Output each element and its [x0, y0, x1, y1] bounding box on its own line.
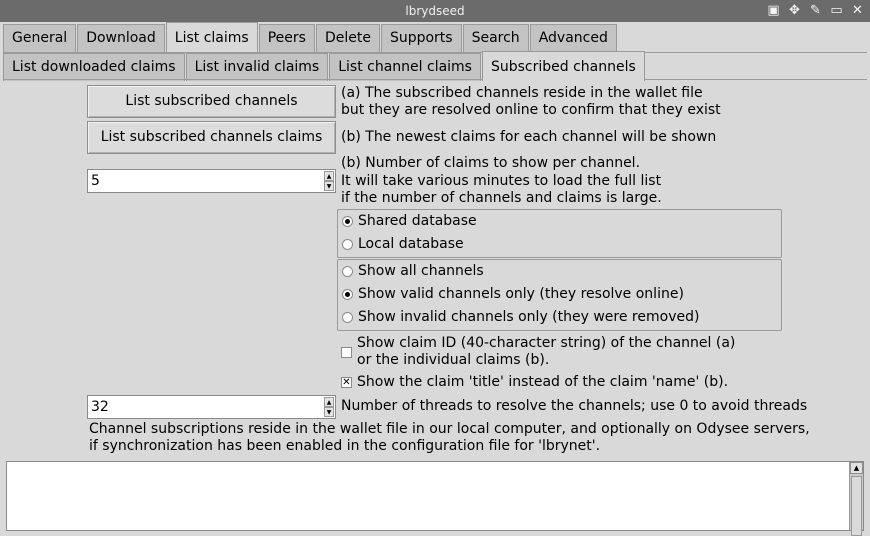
tab-general[interactable]: General — [3, 24, 77, 52]
spin-up-icon[interactable]: ▲ — [324, 171, 334, 181]
claims-desc-line2: It will take various minutes to load the… — [341, 173, 662, 189]
window-title: lbrydseed — [405, 4, 465, 18]
info-line2: if synchronization has been enabled in t… — [89, 438, 601, 454]
database-radio-group: Shared database Local database — [337, 209, 782, 258]
desc-a-line2: but they are resolved online to confirm … — [341, 102, 721, 118]
show-claim-id-checkbox[interactable]: Show claim ID (40-character string) of t… — [341, 335, 735, 369]
tab-search[interactable]: Search — [462, 24, 529, 52]
title-bar: lbrydseed ▣ ✥ ✎ ▭ ✕ — [0, 0, 870, 22]
radio-local-database[interactable]: Local database — [342, 236, 464, 252]
radio-indicator[interactable] — [342, 265, 353, 277]
desc-b: (b) The newest claims for each channel w… — [341, 129, 717, 145]
sub-tab-divider — [3, 79, 867, 80]
maximize-icon[interactable]: ▭ — [828, 2, 845, 19]
claims-desc-line1: (b) Number of claims to show per channel… — [341, 155, 641, 171]
spin-down-icon[interactable]: ▼ — [324, 181, 334, 191]
desc-a-line1: (a) The subscribed channels reside in th… — [341, 85, 703, 101]
claims-per-channel-spinbox[interactable]: 5 ▲ ▼ — [87, 169, 336, 193]
radio-indicator[interactable] — [342, 215, 353, 227]
info-line1: Channel subscriptions reside in the wall… — [89, 421, 810, 437]
claims-per-channel-value[interactable]: 5 — [91, 172, 100, 190]
spin-down-icon[interactable]: ▼ — [324, 407, 334, 417]
spin-up-icon[interactable]: ▲ — [324, 397, 334, 407]
threads-value[interactable]: 32 — [91, 398, 109, 416]
output-text-area[interactable]: ▲ — [6, 461, 864, 536]
sub-tab-bar: List downloaded claims List invalid claim… — [3, 51, 646, 81]
channel-filter-radio-group: Show all channels Show valid channels on… — [337, 259, 782, 331]
radio-indicator[interactable] — [342, 288, 353, 300]
tab-supports[interactable]: Supports — [380, 24, 462, 52]
main-tab-bar: General Download List claims Peers Delete Sup… — [3, 22, 618, 52]
checkbox-indicator[interactable] — [341, 346, 352, 358]
tab-advanced[interactable]: Advanced — [529, 24, 617, 52]
subtab-subscribed-channels[interactable]: Subscribed channels — [481, 51, 645, 81]
show-title-checkbox[interactable]: ✕ Show the claim 'title' instead of the … — [341, 374, 728, 390]
tab-download[interactable]: Download — [77, 24, 165, 52]
radio-shared-database[interactable]: Shared database — [342, 213, 477, 229]
list-subscribed-claims-button[interactable]: List subscribed channels claims — [87, 121, 336, 154]
radio-indicator[interactable] — [342, 311, 353, 323]
scroll-thumb[interactable] — [851, 476, 862, 536]
vertical-scrollbar[interactable]: ▲ — [849, 462, 863, 536]
display-icon[interactable]: ▣ — [765, 2, 782, 19]
pin-icon[interactable]: ✎ — [807, 2, 824, 19]
radio-show-valid-channels[interactable]: Show valid channels only (they resolve o… — [342, 286, 684, 302]
radio-indicator[interactable] — [342, 238, 353, 250]
subtab-list-downloaded-claims[interactable]: List downloaded claims — [3, 53, 185, 81]
move-icon[interactable]: ✥ — [786, 2, 803, 19]
radio-show-invalid-channels[interactable]: Show invalid channels only (they were re… — [342, 309, 699, 325]
threads-desc: Number of threads to resolve the channel… — [341, 398, 808, 414]
list-subscribed-channels-button[interactable]: List subscribed channels — [87, 85, 336, 118]
threads-spinbox[interactable]: 32 ▲ ▼ — [87, 395, 336, 419]
scroll-up-icon[interactable]: ▲ — [850, 462, 863, 474]
tab-delete[interactable]: Delete — [315, 24, 380, 52]
close-icon[interactable]: ✕ — [849, 2, 866, 19]
subtab-list-invalid-claims[interactable]: List invalid claims — [185, 53, 329, 81]
checkbox-indicator[interactable]: ✕ — [341, 376, 352, 388]
tab-list-claims[interactable]: List claims — [165, 22, 258, 52]
tab-peers[interactable]: Peers — [258, 24, 315, 52]
claims-desc-line3: if the number of channels and claims is … — [341, 190, 662, 206]
subtab-list-channel-claims[interactable]: List channel claims — [329, 53, 481, 81]
radio-show-all-channels[interactable]: Show all channels — [342, 263, 484, 279]
